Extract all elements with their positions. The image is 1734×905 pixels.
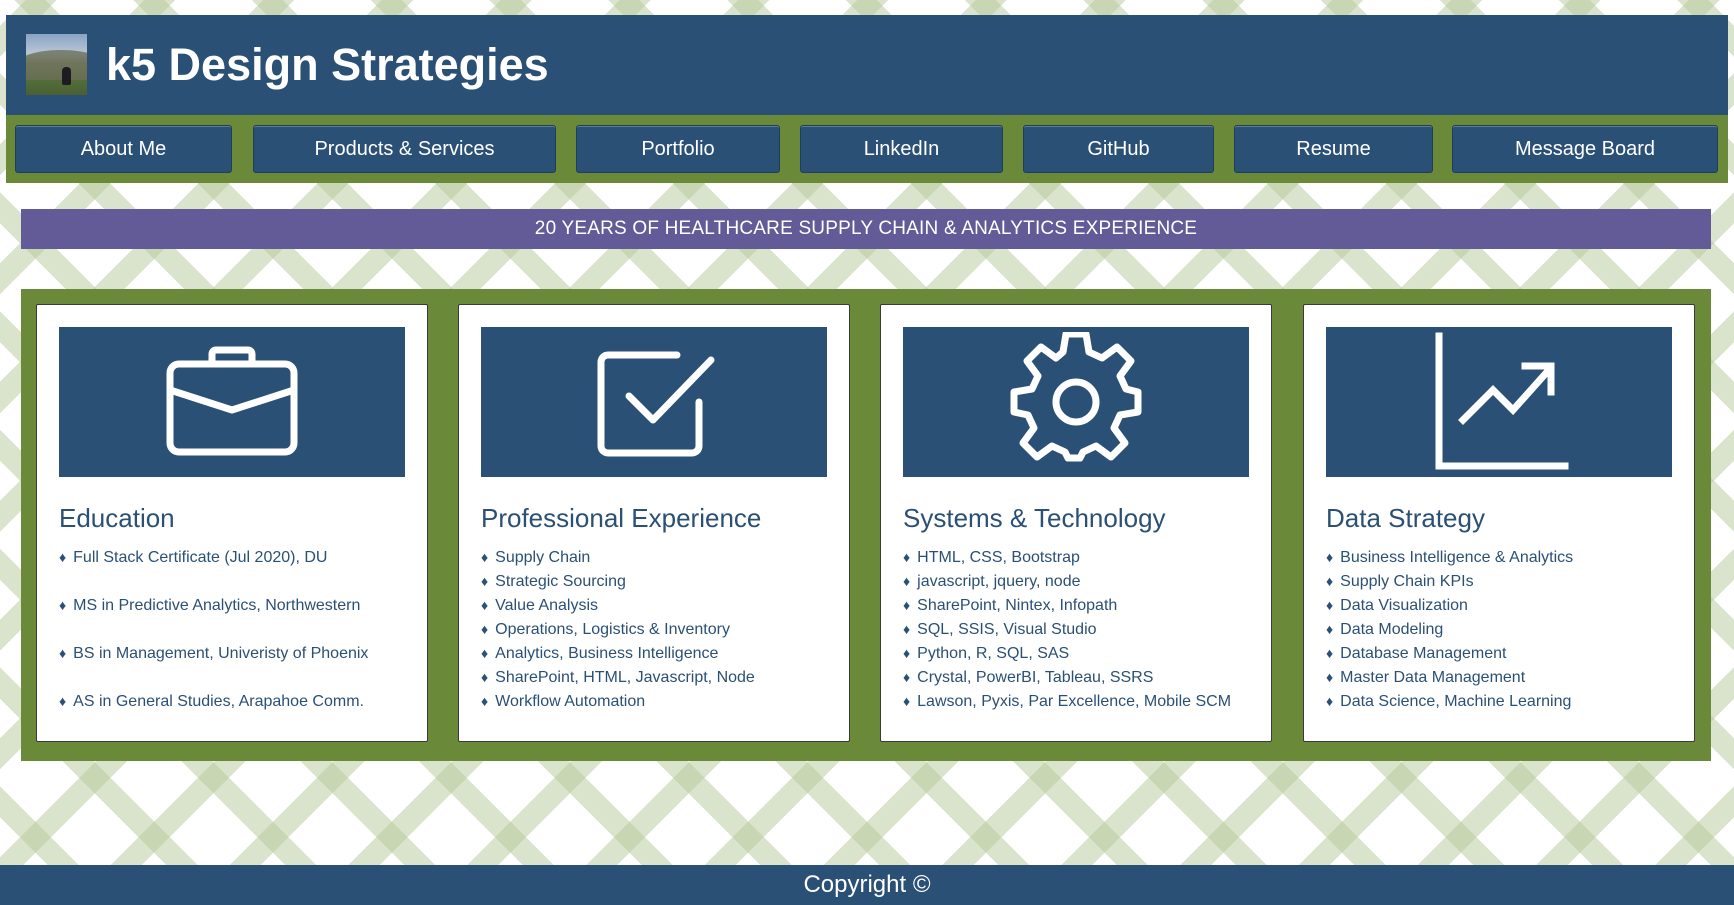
gear-icon [1010,332,1142,462]
list-item: SQL, SSIS, Visual Studio [903,617,1263,641]
list-item: MS in Predictive Analytics, Northwestern [59,593,419,641]
list-item: HTML, CSS, Bootstrap [903,545,1263,569]
nav-message-board[interactable]: Message Board [1452,125,1718,173]
nav-github[interactable]: GitHub [1023,125,1214,173]
nav-linkedin[interactable]: LinkedIn [800,125,1003,173]
card-list: HTML, CSS, Bootstrap javascript, jquery,… [903,545,1263,713]
list-item: AS in General Studies, Arapahoe Comm. [59,689,419,737]
nav-portfolio[interactable]: Portfolio [576,125,780,173]
card-icon-box [481,327,827,477]
list-item: Master Data Management [1326,665,1686,689]
card-education: Education Full Stack Certificate (Jul 20… [36,304,428,742]
list-item: Business Intelligence & Analytics [1326,545,1686,569]
site-footer: Copyright © [0,865,1734,905]
card-professional-experience: Professional Experience Supply Chain Str… [458,304,850,742]
list-item: Workflow Automation [481,689,841,713]
main-nav: About Me Products & Services Portfolio L… [6,115,1728,183]
list-item: Python, R, SQL, SAS [903,641,1263,665]
logo-photo[interactable] [26,34,87,95]
card-list: Business Intelligence & Analytics Supply… [1326,545,1686,713]
list-item: Supply Chain KPIs [1326,569,1686,593]
skills-panel: Education Full Stack Certificate (Jul 20… [21,289,1711,761]
list-item: Database Management [1326,641,1686,665]
card-title: Education [59,503,175,533]
experience-banner: 20 YEARS OF HEALTHCARE SUPPLY CHAIN & AN… [21,209,1711,249]
logo-person [62,67,71,85]
site-title[interactable]: k5 Design Strategies [106,35,549,95]
checkbox-icon [597,351,715,457]
list-item: javascript, jquery, node [903,569,1263,593]
site-header: k5 Design Strategies [6,15,1728,115]
card-title: Professional Experience [481,503,762,533]
card-title: Systems & Technology [903,503,1166,533]
card-data-strategy: Data Strategy Business Intelligence & An… [1303,304,1695,742]
list-item: Data Modeling [1326,617,1686,641]
list-item: BS in Management, Univeristy of Phoenix [59,641,419,689]
list-item: Value Analysis [481,593,841,617]
list-item: SharePoint, HTML, Javascript, Node [481,665,841,689]
list-item: Full Stack Certificate (Jul 2020), DU [59,545,419,593]
list-item: Analytics, Business Intelligence [481,641,841,665]
nav-resume[interactable]: Resume [1234,125,1433,173]
card-icon-box [903,327,1249,477]
card-list: Full Stack Certificate (Jul 2020), DU MS… [59,545,419,737]
card-systems-technology: Systems & Technology HTML, CSS, Bootstra… [880,304,1272,742]
list-item: Lawson, Pyxis, Par Excellence, Mobile SC… [903,689,1263,713]
list-item: Operations, Logistics & Inventory [481,617,841,641]
card-icon-box [59,327,405,477]
card-title: Data Strategy [1326,503,1485,533]
list-item: Crystal, PowerBI, Tableau, SSRS [903,665,1263,689]
list-item: Supply Chain [481,545,841,569]
card-list: Supply Chain Strategic Sourcing Value An… [481,545,841,713]
list-item: Data Science, Machine Learning [1326,689,1686,713]
line-chart-icon [1435,332,1569,470]
list-item: Data Visualization [1326,593,1686,617]
nav-about-me[interactable]: About Me [15,125,232,173]
nav-products-services[interactable]: Products & Services [253,125,556,173]
list-item: Strategic Sourcing [481,569,841,593]
briefcase-icon [166,346,298,456]
logo-hill [26,50,87,80]
list-item: SharePoint, Nintex, Infopath [903,593,1263,617]
card-icon-box [1326,327,1672,477]
